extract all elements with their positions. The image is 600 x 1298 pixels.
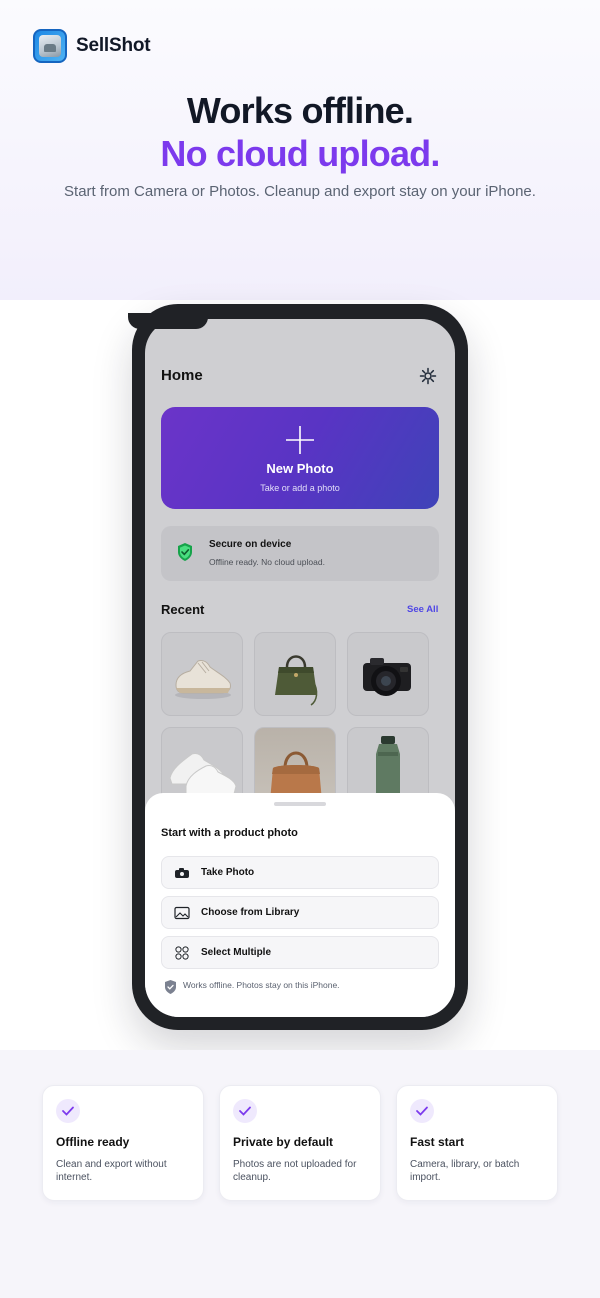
feature-text: Clean and export without internet.	[56, 1159, 167, 1183]
camera-icon	[175, 868, 189, 878]
feature-text: Photos are not uploaded for cleanup.	[233, 1159, 357, 1183]
check-icon	[410, 1099, 434, 1123]
brand-name: SellShot	[76, 35, 151, 56]
take-photo-button[interactable]: Take Photo	[161, 856, 439, 889]
hero-title: Works offline.	[186, 90, 414, 131]
camera-thumbnail[interactable]	[347, 632, 429, 716]
brand: SellShot	[33, 29, 151, 63]
secure-subtitle: Offline ready. No cloud upload.	[209, 557, 325, 567]
feature-card-offline: Offline ready Clean and export without i…	[42, 1085, 204, 1201]
take-photo-label: Take Photo	[201, 867, 255, 878]
secure-title: Secure on device	[209, 539, 292, 550]
check-icon	[233, 1099, 257, 1123]
feature-card-fast-start: Fast start Camera, library, or batch imp…	[396, 1085, 558, 1201]
home-title: Home	[161, 367, 203, 384]
see-all-link[interactable]: See All	[407, 604, 438, 615]
app-photo-icon	[33, 29, 67, 63]
sneaker-thumbnail[interactable]	[161, 632, 243, 716]
feature-card-private: Private by default Photos are not upload…	[219, 1085, 381, 1201]
feature-title: Offline ready	[56, 1135, 130, 1149]
feature-title: Private by default	[233, 1135, 334, 1149]
feature-title: Fast start	[410, 1135, 465, 1149]
check-icon	[56, 1099, 80, 1123]
secure-on-device-banner: Secure on device Offline ready. No cloud…	[161, 526, 439, 581]
choose-from-library-label: Choose from Library	[201, 907, 300, 918]
image-icon	[174, 906, 190, 920]
start-photo-sheet: Start with a product photo Take Photo Ch…	[145, 793, 455, 1017]
plus-icon	[286, 426, 314, 454]
shield-check-icon	[165, 980, 176, 994]
phone-notch	[128, 313, 208, 329]
select-multiple-button[interactable]: Select Multiple	[161, 936, 439, 969]
gear-icon[interactable]	[419, 367, 437, 385]
feature-text: Camera, library, or batch import.	[410, 1159, 520, 1183]
select-multiple-label: Select Multiple	[201, 947, 272, 958]
new-photo-label: New Photo	[266, 461, 334, 476]
hero-subtitle: Start from Camera or Photos. Cleanup and…	[64, 183, 536, 200]
phone-screen: Home New Photo Take or add a photo Secur…	[145, 319, 455, 1017]
new-photo-button[interactable]: New Photo Take or add a photo	[161, 407, 439, 509]
offline-note: Works offline. Photos stay on this iPhon…	[183, 980, 340, 990]
grid-icon	[175, 946, 189, 960]
recent-title: Recent	[161, 602, 205, 617]
phone-mockup: Home New Photo Take or add a photo Secur…	[132, 304, 468, 1030]
green-handbag-thumbnail[interactable]	[254, 632, 336, 716]
hero-title-accent: No cloud upload.	[160, 133, 440, 174]
sheet-title: Start with a product photo	[161, 827, 298, 839]
hero-section: SellShot Works offline. No cloud upload.…	[0, 0, 600, 300]
new-photo-sublabel: Take or add a photo	[260, 483, 340, 493]
shield-check-icon	[178, 543, 192, 561]
sheet-grabber[interactable]	[274, 802, 326, 806]
choose-from-library-button[interactable]: Choose from Library	[161, 896, 439, 929]
